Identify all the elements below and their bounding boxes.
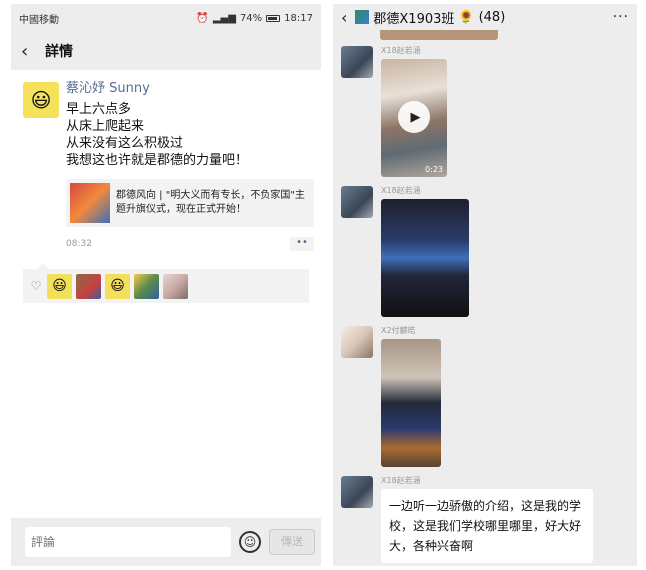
post-line: 从床上爬起来 — [66, 119, 145, 134]
comment-input[interactable] — [25, 527, 231, 557]
group-chat-screen: ‹ 郡德X1903班 🌻 (48) ··· X18赵若涵 ▶ 0:23 X18赵… — [333, 4, 637, 566]
previous-image-fragment[interactable] — [380, 30, 498, 40]
avatar[interactable]: 😃 — [23, 82, 59, 118]
back-arrow-icon[interactable]: ‹ — [341, 8, 347, 27]
liker-avatar[interactable] — [76, 273, 101, 299]
image-message[interactable] — [381, 339, 441, 467]
liker-avatar[interactable] — [134, 273, 159, 299]
comment-bar: ☺ 傳送 — [11, 518, 321, 566]
battery-percent: 74% — [239, 12, 263, 24]
avatar[interactable] — [341, 46, 373, 78]
chat-message: X18赵若涵 ▶ 0:23 — [341, 46, 447, 177]
sender-name: X2付麟皓 — [381, 326, 416, 335]
sender-name: X18赵若涵 — [381, 46, 421, 55]
sender-name: X18赵若涵 — [381, 476, 421, 485]
link-title: 郡德风向 | "明大义而有专长，不负家国"主题升旗仪式，现在正式开始！ — [116, 190, 305, 215]
message-content: X18赵若涵 ▶ 0:23 — [381, 46, 447, 177]
chat-message: X18赵若涵 — [341, 186, 469, 317]
link-thumbnail — [70, 183, 110, 223]
chat-title: 郡德X1903班 🌻 (48) — [355, 8, 505, 27]
avatar[interactable] — [341, 186, 373, 218]
video-duration: 0:23 — [425, 165, 443, 174]
sunflower-icon: 🌻 — [458, 9, 475, 25]
emoji-icon[interactable]: ☺ — [239, 531, 261, 553]
message-content: X18赵若涵 一边听一边骄傲的介绍，这是我的学校，这是我们学校哪里哪里，好大好大… — [381, 476, 593, 563]
post-author[interactable]: 蔡沁妤 Sunny — [66, 80, 309, 98]
post-time: 08:32 — [66, 239, 92, 249]
message-content: X18赵若涵 — [381, 186, 469, 317]
liker-avatar[interactable]: 😃 — [105, 273, 130, 299]
avatar[interactable] — [341, 326, 373, 358]
chat-nav-bar: ‹ 郡德X1903班 🌻 (48) ··· — [333, 4, 637, 30]
message-content: X2付麟皓 — [381, 326, 441, 467]
post-line: 早上六点多 — [66, 102, 132, 117]
nav-bar: ‹ 詳情 — [11, 32, 321, 70]
more-options-icon[interactable]: ··· — [613, 9, 629, 25]
video-message[interactable]: ▶ 0:23 — [381, 59, 447, 177]
status-bar: 中國移動 ⏰ ▂▄▆ 74% 18:17 — [11, 4, 321, 32]
moments-detail-screen: 中國移動 ⏰ ▂▄▆ 74% 18:17 ‹ 詳情 😃 蔡沁妤 Sunny 早上… — [11, 4, 321, 566]
heart-icon: ♡ — [30, 279, 42, 293]
send-button[interactable]: 傳送 — [269, 529, 315, 555]
battery-icon — [266, 14, 281, 22]
sender-name: X18赵若涵 — [381, 186, 421, 195]
status-indicators: ⏰ ▂▄▆ 74% 18:17 — [196, 13, 313, 24]
shared-link-card[interactable]: 郡德风向 | "明大义而有专长，不负家国"主题升旗仪式，现在正式开始！ — [66, 179, 314, 227]
text-message-bubble[interactable]: 一边听一边骄傲的介绍，这是我的学校，这是我们学校哪里哪里，好大好大，各种兴奋啊 — [381, 489, 593, 563]
alarm-icon: ⏰ — [196, 12, 209, 24]
member-count: (48) — [478, 9, 506, 25]
post-line: 我想这也许就是郡德的力量吧！ — [66, 153, 249, 168]
moment-post: 😃 蔡沁妤 Sunny 早上六点多 从床上爬起来 从来没有这么积极过 我想这也许… — [11, 70, 321, 303]
liker-avatar[interactable] — [163, 273, 188, 299]
image-message[interactable] — [381, 199, 469, 317]
play-icon[interactable]: ▶ — [398, 101, 430, 133]
post-meta: 08:32 •• — [66, 237, 314, 251]
likes-bar: ♡ 😃 😃 — [23, 263, 309, 303]
post-body: 蔡沁妤 Sunny 早上六点多 从床上爬起来 从来没有这么积极过 我想这也许就是… — [66, 80, 314, 251]
liker-avatar[interactable]: 😃 — [47, 273, 72, 299]
carrier-label: 中國移動 — [19, 14, 59, 26]
avatar[interactable] — [341, 476, 373, 508]
group-name: 郡德X1903班 — [373, 11, 455, 27]
chat-message: X18赵若涵 一边听一边骄傲的介绍，这是我的学校，这是我们学校哪里哪里，好大好大… — [341, 476, 593, 563]
post-line: 从来没有这么积极过 — [66, 136, 184, 151]
more-actions-button[interactable]: •• — [290, 237, 314, 251]
back-arrow-icon[interactable]: ‹ — [21, 41, 35, 62]
post-text: 早上六点多 从床上爬起来 从来没有这么积极过 我想这也许就是郡德的力量吧！ — [66, 101, 309, 169]
page-title: 詳情 — [45, 44, 73, 60]
flag-icon — [355, 10, 370, 24]
clock: 18:17 — [284, 12, 313, 24]
signal-icon: ▂▄▆ — [212, 12, 236, 24]
chat-message: X2付麟皓 — [341, 326, 441, 467]
